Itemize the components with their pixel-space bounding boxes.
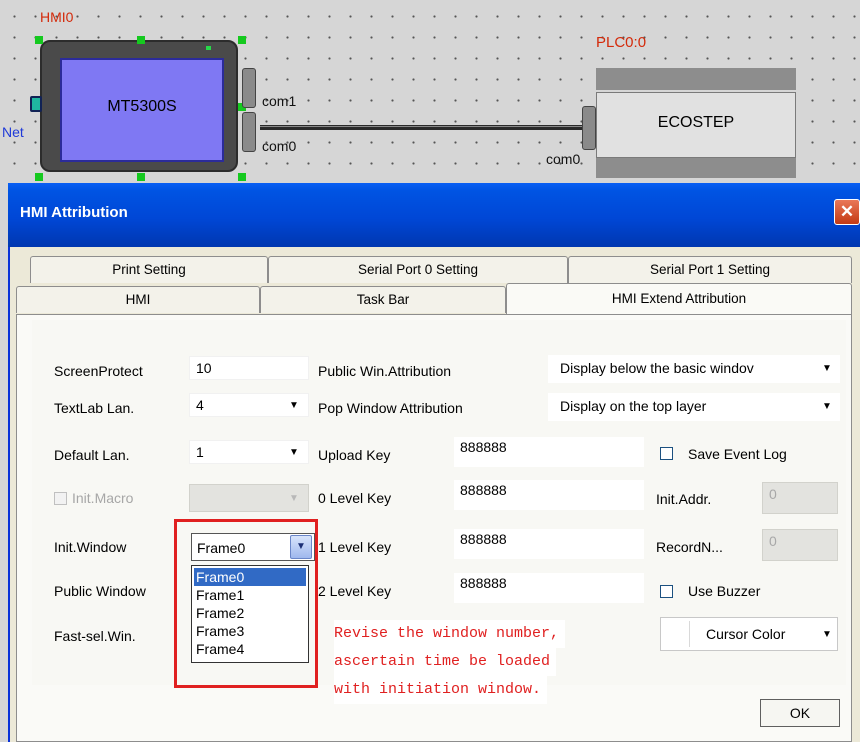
chevron-down-icon[interactable]: ▼ <box>819 357 835 381</box>
save-event-log-label: Save Event Log <box>688 446 787 462</box>
selection-handle-icon[interactable] <box>137 173 145 181</box>
pop-window-attribution-label: Pop Window Attribution <box>318 400 463 416</box>
selection-handle-icon[interactable] <box>238 36 246 44</box>
textlab-lan-label: TextLab Lan. <box>54 400 135 416</box>
init-addr-label: Init.Addr. <box>656 491 712 507</box>
dialog-title: HMI Attribution <box>20 204 128 221</box>
selection-handle-icon[interactable] <box>35 173 43 181</box>
hmi-led-icon <box>206 46 211 50</box>
init-window-label: Init.Window <box>54 539 127 555</box>
selection-handle-icon[interactable] <box>35 36 43 44</box>
cursor-color-swatch <box>664 621 690 647</box>
chevron-down-icon[interactable]: ▼ <box>286 441 302 465</box>
plc-name-label: ECOSTEP <box>657 114 735 131</box>
tab-hmi[interactable]: HMI <box>16 286 260 313</box>
fast-sel-win-label: Fast-sel.Win. <box>54 628 136 644</box>
level-2-key-input[interactable]: 888888 <box>454 573 644 603</box>
use-buzzer-checkbox[interactable] <box>660 585 673 598</box>
chevron-down-icon[interactable]: ▼ <box>286 394 302 418</box>
hmi-com1-label: com1 <box>262 93 297 109</box>
cursor-color-label: Cursor Color <box>706 626 786 642</box>
hmi-model-label: MT5300S <box>107 98 177 115</box>
pop-window-attribution-select[interactable]: Display on the top layer <box>548 393 840 421</box>
chevron-down-icon[interactable]: ▼ <box>819 623 835 647</box>
highlight-box <box>174 519 318 688</box>
annotation-line: ascertain time be loaded <box>334 648 557 676</box>
ok-button[interactable]: OK <box>760 699 840 727</box>
public-window-label: Public Window <box>54 583 146 599</box>
com0-port-icon[interactable] <box>242 112 256 152</box>
selection-handle-icon[interactable] <box>137 36 145 44</box>
level-1-key-input[interactable]: 888888 <box>454 529 644 559</box>
level-1-key-label: 1 Level Key <box>318 539 392 555</box>
init-addr-input: 0 <box>762 482 838 514</box>
init-macro-checkbox[interactable] <box>54 492 67 505</box>
upload-key-input[interactable]: 888888 <box>454 437 644 467</box>
default-lan-label: Default Lan. <box>54 447 130 463</box>
level-0-key-input[interactable]: 888888 <box>454 480 644 510</box>
init-macro-label: Init.Macro <box>72 490 134 506</box>
selection-handle-icon[interactable] <box>238 173 246 181</box>
chevron-down-icon: ▼ <box>289 493 299 504</box>
upload-key-label: Upload Key <box>318 447 391 463</box>
save-event-log-checkbox[interactable] <box>660 447 673 460</box>
tab-serial-port-0-setting[interactable]: Serial Port 0 Setting <box>268 256 568 283</box>
plc-top-bar <box>596 68 796 90</box>
hmi-node-label: HMI0 <box>40 9 74 25</box>
tab-print-setting[interactable]: Print Setting <box>30 256 268 283</box>
plc-node-label: PLC0:0 <box>596 34 647 51</box>
use-buzzer-label: Use Buzzer <box>688 583 761 599</box>
com1-port-icon[interactable] <box>242 68 256 108</box>
net-port-icon[interactable] <box>30 96 42 112</box>
record-n-input: 0 <box>762 529 838 561</box>
level-2-key-label: 2 Level Key <box>318 583 392 599</box>
annotation-note: Revise the window number, ascertain time… <box>334 620 566 704</box>
tab-task-bar[interactable]: Task Bar <box>260 286 506 313</box>
tab-serial-port-1-setting[interactable]: Serial Port 1 Setting <box>568 256 852 283</box>
annotation-line: Revise the window number, <box>334 620 566 648</box>
net-port-label: Net <box>2 124 24 140</box>
plc-com0-port-icon[interactable] <box>582 106 596 150</box>
public-win-attribution-select[interactable]: Display below the basic windov <box>548 355 840 383</box>
cable-highlight <box>260 126 586 127</box>
hmi-com0-label: com0 <box>262 138 297 154</box>
level-0-key-label: 0 Level Key <box>318 490 392 506</box>
screen-protect-label: ScreenProtect <box>54 363 143 379</box>
close-button[interactable]: ✕ <box>834 199 860 225</box>
dialog-titlebar[interactable] <box>8 183 860 247</box>
record-n-label: RecordN... <box>656 539 723 555</box>
screen-protect-input[interactable]: 10 <box>189 356 309 380</box>
plc-com0-label: com0 <box>546 151 581 167</box>
tab-hmi-extend-attribution[interactable]: HMI Extend Attribution <box>506 283 852 315</box>
annotation-line: with initiation window. <box>334 676 548 704</box>
public-win-attribution-label: Public Win.Attribution <box>318 363 452 379</box>
plc-bottom-bar <box>596 158 796 178</box>
chevron-down-icon[interactable]: ▼ <box>819 395 835 419</box>
